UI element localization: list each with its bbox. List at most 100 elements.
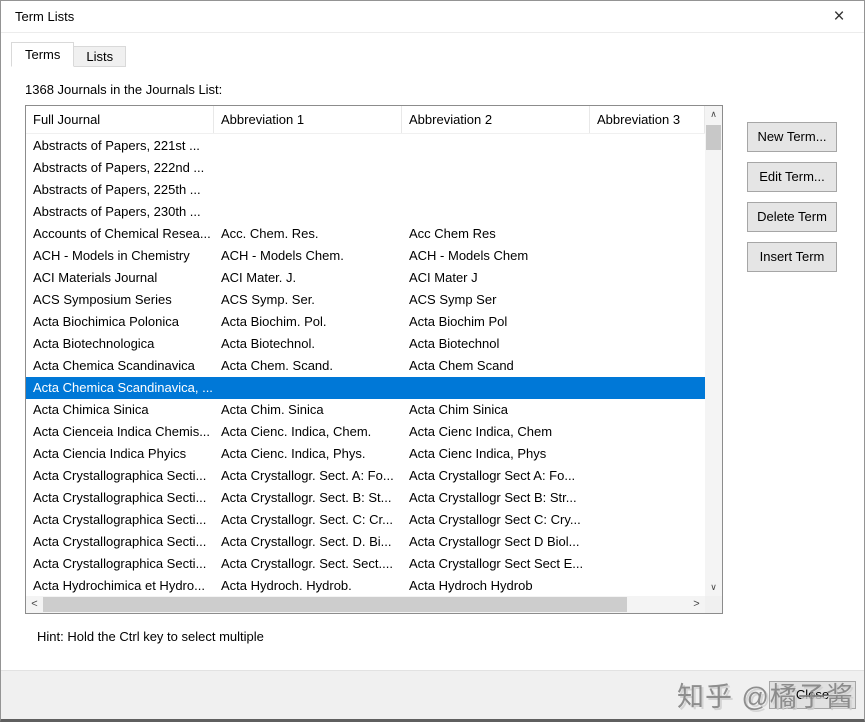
table-cell [402,377,590,399]
close-icon[interactable]: × [822,3,856,31]
table-cell: ACI Materials Journal [33,270,158,285]
column-header[interactable]: Abbreviation 1 [214,106,402,133]
column-header[interactable]: Full Journal [26,106,214,133]
table-cell [402,135,590,157]
table-row[interactable]: Abstracts of Papers, 225th ... [26,179,705,201]
table-row[interactable]: Accounts of Chemical Resea... Acc. Chem. … [26,223,705,245]
insert-term-button[interactable]: Insert Term [747,242,837,272]
column-header[interactable]: Abbreviation 2 [402,106,590,133]
table-cell [590,465,705,487]
table-cell [402,201,590,223]
table-cell: Acc. Chem. Res. [221,226,319,241]
column-header[interactable]: Abbreviation 3 [590,106,705,133]
table-cell: Acta Chem Scand [409,358,514,373]
table-cell [590,355,705,377]
horizontal-scroll-thumb[interactable] [43,597,627,612]
table-row[interactable]: ACH - Models in Chemistry ACH - Models Ch… [26,245,705,267]
table-cell: Acta Ciencia Indica Phyics [33,446,187,461]
table-cell: ACS Symp Ser [409,292,497,307]
table-header: Full Journal Abbreviation 1 Abbreviation 2… [26,106,705,134]
table-row[interactable]: Abstracts of Papers, 221st ... [26,135,705,157]
table-cell: ACS Symp. Ser. [221,292,315,307]
table-cell: Acta Biochim Pol [409,314,508,329]
table-cell [214,201,402,223]
table-cell: Acta Hydroch. Hydrob. [221,578,352,593]
scroll-up-icon[interactable]: ∧ [705,106,722,123]
table-cell: Acta Cienc. Indica, Phys. [221,446,366,461]
table-row[interactable]: Acta Chimica Sinica Acta Chim. Sinica Acta… [26,399,705,421]
table-row[interactable]: Acta Crystallographica Secti... Acta Crys… [26,487,705,509]
table-cell [590,311,705,333]
table-row[interactable]: Acta Chemica Scandinavica Acta Chem. Scan… [26,355,705,377]
scroll-right-icon[interactable]: > [688,596,705,613]
new-term-button[interactable]: New Term... [747,122,837,152]
table-cell: Abstracts of Papers, 225th ... [33,182,201,197]
table-row[interactable]: Acta Hydrochimica et Hydro... Acta Hydroc… [26,575,705,596]
table-cell: ACS Symposium Series [33,292,172,307]
table-row[interactable]: Abstracts of Papers, 222nd ... [26,157,705,179]
table-cell: Acc Chem Res [409,226,496,241]
table-cell [590,267,705,289]
table-row-selected[interactable]: Acta Chemica Scandinavica, ... [26,377,705,399]
tab-lists[interactable]: Lists [73,46,127,67]
table-cell [214,135,402,157]
table-cell [590,245,705,267]
window-title: Term Lists [15,9,75,24]
table-cell: Abstracts of Papers, 230th ... [33,204,201,219]
table-cell [590,333,705,355]
delete-term-button[interactable]: Delete Term [747,202,837,232]
table-row[interactable]: Acta Biochimica Polonica Acta Biochim. Po… [26,311,705,333]
table-cell: Acta Cienc. Indica, Chem. [221,424,372,439]
table-row[interactable]: Acta Crystallographica Secti... Acta Crys… [26,509,705,531]
table-cell: Acta Chem. Scand. [221,358,333,373]
table-cell [214,179,402,201]
table-row[interactable]: Acta Crystallographica Secti... Acta Crys… [26,531,705,553]
table-cell [590,399,705,421]
table-cell: Abstracts of Papers, 221st ... [33,138,200,153]
table-cell [590,201,705,223]
table-cell [590,157,705,179]
title-bar: Term Lists × [1,1,864,33]
table-cell: Acta Crystallogr Sect Sect E... [409,556,584,571]
tab-terms[interactable]: Terms [11,42,75,67]
table-cell: Acta Crystallogr. Sect. D. Bi... [221,534,392,549]
journals-count-label: 1368 Journals in the Journals List: [25,82,223,97]
close-button[interactable]: Close [769,681,856,709]
table-cell: Acta Biochim. Pol. [221,314,327,329]
table-row[interactable]: ACI Materials Journal ACI Mater. J. ACI Ma… [26,267,705,289]
table-cell: Acta Biochimica Polonica [33,314,179,329]
table-cell: Acta Chim. Sinica [221,402,324,417]
table-cell: Acta Crystallogr Sect B: Str... [409,490,577,505]
vertical-scroll-thumb[interactable] [706,125,721,150]
term-lists-dialog: Term Lists × Terms Lists 1368 Journals i… [0,0,865,722]
table-row[interactable]: Abstracts of Papers, 230th ... [26,201,705,223]
table-row[interactable]: ACS Symposium Series ACS Symp. Ser. ACS Sy… [26,289,705,311]
table-cell [590,223,705,245]
edit-term-button[interactable]: Edit Term... [747,162,837,192]
table-cell: Acta Crystallographica Secti... [33,534,207,549]
table-cell: Acta Chim Sinica [409,402,508,417]
table-cell [590,531,705,553]
table-cell: Acta Crystallogr. Sect. Sect.... [221,556,393,571]
table-cell [214,377,402,399]
table-cell [590,443,705,465]
journals-table: Full Journal Abbreviation 1 Abbreviation 2… [25,105,723,614]
table-row[interactable]: Acta Cienceia Indica Chemis... Acta Cienc… [26,421,705,443]
table-cell: Acta Chimica Sinica [33,402,149,417]
footer-bar [1,670,864,719]
table-cell: ACH - Models in Chemistry [33,248,190,263]
table-row[interactable]: Acta Crystallographica Secti... Acta Crys… [26,465,705,487]
scroll-down-icon[interactable]: ∨ [705,579,722,596]
table-cell: Acta Crystallographica Secti... [33,512,207,527]
table-row[interactable]: Acta Crystallographica Secti... Acta Crys… [26,553,705,575]
table-row[interactable]: Acta Biotechnologica Acta Biotechnol. Acta… [26,333,705,355]
table-cell [590,289,705,311]
scroll-left-icon[interactable]: < [26,596,43,613]
tab-strip: Terms Lists [11,42,127,67]
table-cell: Acta Biotechnol. [221,336,315,351]
vertical-scrollbar[interactable]: ∧ ∨ [705,106,722,596]
table-cell: Acta Crystallogr. Sect. B: St... [221,490,392,505]
horizontal-scrollbar[interactable]: < > [26,596,705,613]
table-cell: Acta Biotechnologica [33,336,155,351]
table-row[interactable]: Acta Ciencia Indica Phyics Acta Cienc. In… [26,443,705,465]
